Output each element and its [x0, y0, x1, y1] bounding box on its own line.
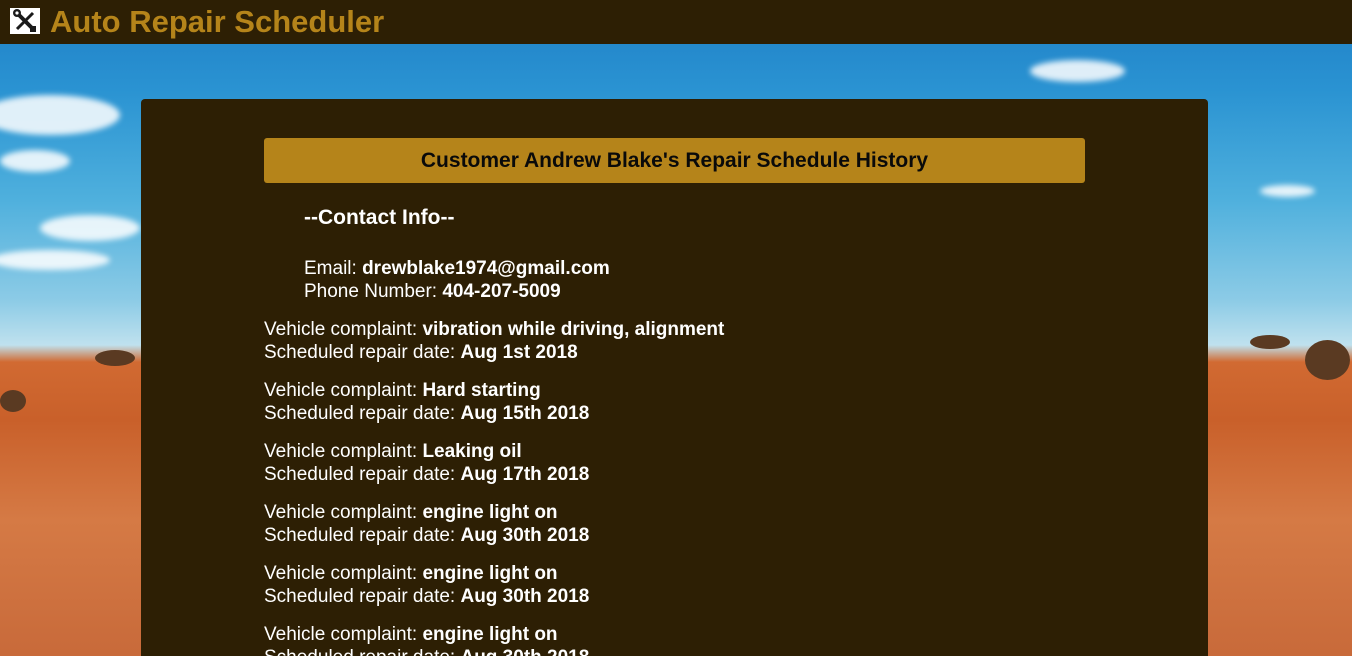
cloud	[1260, 185, 1315, 197]
date-value: Aug 30th 2018	[460, 647, 589, 656]
top-navbar: Auto Repair Scheduler	[0, 0, 1352, 44]
complaint-value: engine light on	[422, 563, 558, 584]
repair-record: Vehicle complaint: vibration while drivi…	[264, 318, 1064, 364]
date-value: Aug 17th 2018	[460, 464, 590, 485]
email-label: Email:	[304, 258, 357, 279]
phone-value: 404-207-5009	[442, 281, 561, 302]
date-label: Scheduled repair date:	[264, 464, 456, 485]
cloud	[0, 95, 120, 135]
repair-records-list: Vehicle complaint: vibration while drivi…	[264, 318, 1064, 656]
history-panel: Customer Andrew Blake's Repair Schedule …	[141, 99, 1208, 656]
shrub	[95, 350, 135, 366]
shrub	[1305, 340, 1350, 380]
complaint-label: Vehicle complaint:	[264, 624, 418, 645]
phone-row: Phone Number: 404-207-5009	[304, 280, 610, 303]
complaint-value: Leaking oil	[422, 441, 522, 462]
repair-record: Vehicle complaint: Hard starting Schedul…	[264, 379, 1064, 425]
repair-record: Vehicle complaint: engine light on Sched…	[264, 562, 1064, 608]
cloud	[40, 215, 140, 241]
complaint-value: vibration while driving, alignment	[422, 319, 725, 340]
date-label: Scheduled repair date:	[264, 525, 456, 546]
complaint-label: Vehicle complaint:	[264, 319, 418, 340]
cloud	[0, 150, 70, 172]
complaint-label: Vehicle complaint:	[264, 563, 418, 584]
complaint-label: Vehicle complaint:	[264, 502, 418, 523]
page: Auto Repair Scheduler Customer Andrew Bl…	[0, 0, 1352, 656]
email-value: drewblake1974@gmail.com	[362, 258, 610, 279]
complaint-value: Hard starting	[422, 380, 541, 401]
date-value: Aug 30th 2018	[460, 586, 590, 607]
date-value: Aug 30th 2018	[460, 525, 590, 546]
date-label: Scheduled repair date:	[264, 403, 456, 424]
history-heading: Customer Andrew Blake's Repair Schedule …	[264, 138, 1085, 183]
complaint-label: Vehicle complaint:	[264, 380, 418, 401]
wrench-screwdriver-icon[interactable]	[10, 8, 40, 34]
phone-label: Phone Number:	[304, 281, 438, 302]
date-label: Scheduled repair date:	[264, 586, 456, 607]
contact-info: Email: drewblake1974@gmail.com Phone Num…	[304, 257, 610, 303]
shrub	[0, 390, 26, 412]
contact-info-heading: --Contact Info--	[304, 206, 455, 229]
date-value: Aug 1st 2018	[460, 342, 578, 363]
cloud	[1030, 60, 1125, 82]
shrub	[1250, 335, 1290, 349]
repair-record: Vehicle complaint: engine light on Sched…	[264, 623, 1064, 656]
date-label: Scheduled repair date:	[264, 647, 455, 656]
repair-record: Vehicle complaint: Leaking oil Scheduled…	[264, 440, 1064, 486]
complaint-label: Vehicle complaint:	[264, 441, 418, 462]
date-label: Scheduled repair date:	[264, 342, 456, 363]
date-value: Aug 15th 2018	[460, 403, 590, 424]
cloud	[0, 250, 110, 270]
complaint-value: engine light on	[422, 624, 558, 645]
app-title[interactable]: Auto Repair Scheduler	[50, 4, 384, 40]
complaint-value: engine light on	[422, 502, 558, 523]
repair-record: Vehicle complaint: engine light on Sched…	[264, 501, 1064, 547]
email-row: Email: drewblake1974@gmail.com	[304, 257, 610, 280]
